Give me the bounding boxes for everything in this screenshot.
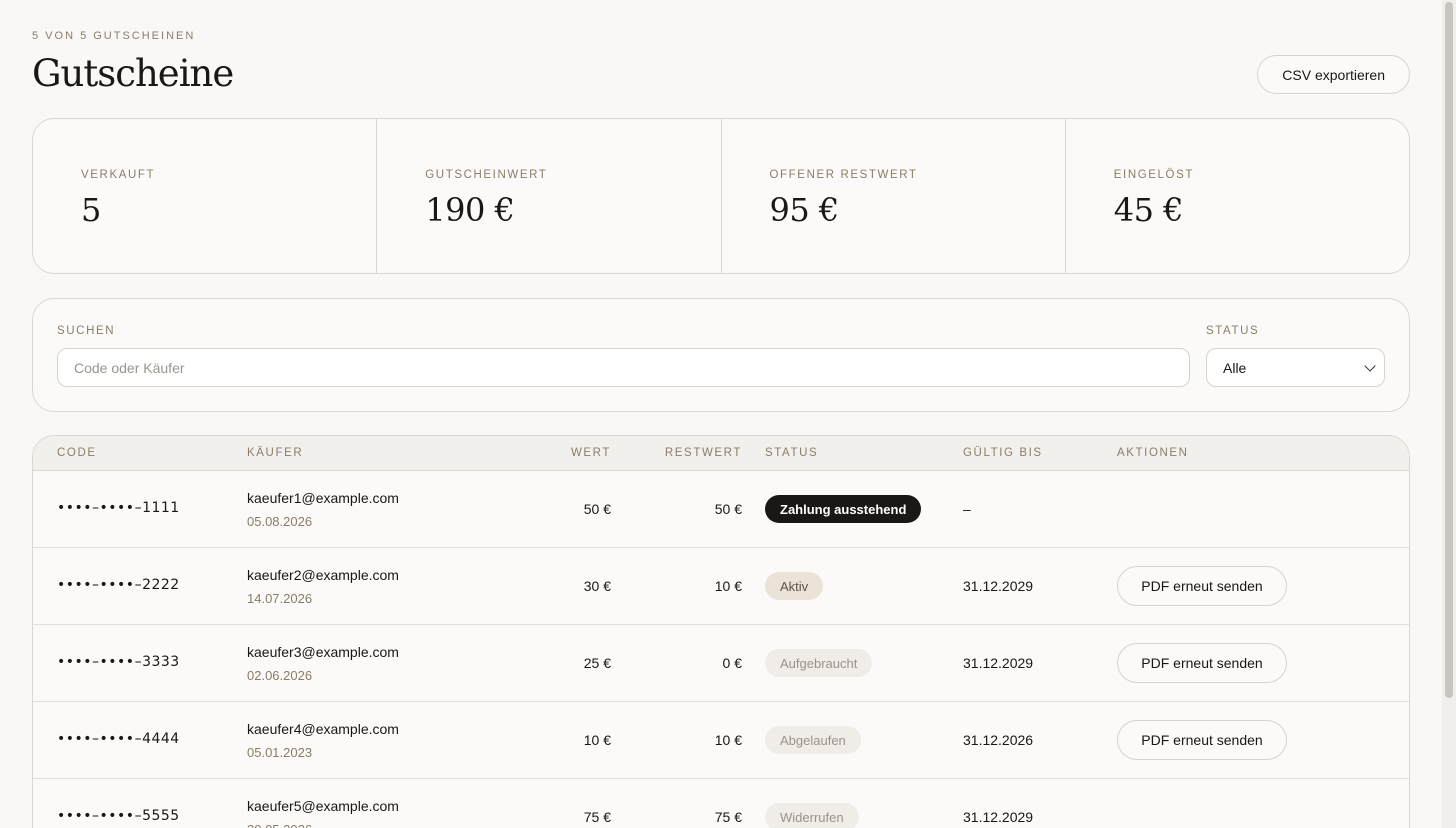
page-scrollbar[interactable]: [1442, 0, 1456, 828]
buyer-email: kaeufer1@example.com: [247, 490, 399, 506]
table-row: ••••–••••–3333 kaeufer3@example.com 02.06.…: [33, 625, 1409, 702]
filter-panel: SUCHEN STATUS Alle: [32, 298, 1410, 412]
voucher-code: ••••–••••–2222: [57, 577, 180, 593]
purchase-date: 14.07.2026: [247, 591, 313, 606]
csv-export-button[interactable]: CSV exportieren: [1257, 55, 1410, 94]
table-header: CODE KÄUFER WERT RESTWERT STATUS GÜLTIG …: [33, 436, 1409, 471]
voucher-value: 75 €: [583, 809, 611, 825]
resend-pdf-button[interactable]: PDF erneut senden: [1117, 566, 1287, 606]
stat-label: EINGELÖST: [1113, 169, 1194, 181]
search-input[interactable]: [57, 348, 1190, 387]
resend-pdf-button[interactable]: PDF erneut senden: [1117, 720, 1287, 760]
voucher-count: 5 VON 5 GUTSCHEINEN: [32, 30, 196, 42]
voucher-value: 10 €: [583, 732, 611, 748]
buyer-email: kaeufer2@example.com: [247, 567, 399, 583]
stat-voucher-value: GUTSCHEINWERT 190 €: [377, 119, 722, 273]
status-filter-label: STATUS: [1206, 325, 1260, 337]
status-badge: Aufgebraucht: [765, 649, 873, 677]
stat-sold: VERKAUFT 5: [33, 119, 378, 273]
purchase-date: 05.01.2023: [247, 745, 313, 760]
valid-until: 31.12.2029: [963, 809, 1034, 825]
valid-until: 31.12.2029: [963, 655, 1034, 671]
status-badge: Zahlung ausstehend: [765, 495, 922, 523]
stat-label: GUTSCHEINWERT: [425, 169, 548, 181]
remaining-value: 0 €: [722, 655, 742, 671]
status-badge: Abgelaufen: [765, 726, 861, 754]
buyer-email: kaeufer3@example.com: [247, 644, 399, 660]
valid-until: 31.12.2029: [963, 578, 1034, 594]
voucher-code: ••••–••••–1111: [57, 500, 180, 516]
search-label: SUCHEN: [57, 325, 116, 337]
voucher-value: 30 €: [583, 578, 611, 594]
stat-label: VERKAUFT: [81, 169, 156, 181]
chevron-down-icon: [1364, 359, 1376, 372]
page-title: Gutscheine: [32, 52, 234, 95]
column-header-remaining[interactable]: RESTWERT: [665, 447, 742, 459]
stat-open-remaining: OFFENER RESTWERT 95 €: [722, 119, 1066, 273]
stat-label: OFFENER RESTWERT: [769, 169, 918, 181]
status-select-value: Alle: [1223, 359, 1247, 376]
stat-value: 5: [81, 191, 101, 229]
status-select[interactable]: Alle: [1206, 348, 1385, 387]
valid-until: –: [963, 501, 971, 517]
table-body: ••••–••••–1111 kaeufer1@example.com 05.08.…: [33, 471, 1409, 828]
scrollbar-thumb[interactable]: [1445, 2, 1453, 698]
table-row: ••••–••••–2222 kaeufer2@example.com 14.07.…: [33, 548, 1409, 625]
purchase-date: 20.05.2026: [247, 822, 312, 828]
table-row: ••••–••••–4444 kaeufer4@example.com 05.01.…: [33, 702, 1409, 779]
column-header-actions: AKTIONEN: [1117, 447, 1189, 459]
status-badge: Aktiv: [765, 572, 824, 600]
resend-pdf-button[interactable]: PDF erneut senden: [1117, 643, 1287, 683]
valid-until: 31.12.2026: [963, 732, 1034, 748]
stat-value: 45 €: [1113, 191, 1184, 229]
voucher-code: ••••–••••–4444: [57, 731, 180, 747]
voucher-value: 25 €: [583, 655, 611, 671]
remaining-value: 50 €: [714, 501, 742, 517]
column-header-buyer[interactable]: KÄUFER: [247, 447, 303, 459]
voucher-table: CODE KÄUFER WERT RESTWERT STATUS GÜLTIG …: [32, 435, 1410, 828]
table-row: ••••–••••–1111 kaeufer1@example.com 05.08.…: [33, 471, 1409, 548]
voucher-code: ••••–••••–3333: [57, 654, 180, 670]
status-badge: Widerrufen: [765, 803, 859, 828]
column-header-code[interactable]: CODE: [57, 447, 97, 459]
column-header-status[interactable]: STATUS: [765, 447, 818, 459]
stat-redeemed: EINGELÖST 45 €: [1066, 119, 1409, 273]
stats-panel: VERKAUFT 5 GUTSCHEINWERT 190 € OFFENER R…: [32, 118, 1410, 274]
voucher-value: 50 €: [583, 501, 611, 517]
stat-value: 95 €: [769, 191, 840, 229]
purchase-date: 02.06.2026: [247, 668, 313, 683]
buyer-email: kaeufer5@example.com: [247, 798, 399, 814]
column-header-valid-until[interactable]: GÜLTIG BIS: [963, 447, 1043, 459]
buyer-email: kaeufer4@example.com: [247, 721, 399, 737]
table-row: ••••–••••–5555 kaeufer5@example.com 20.05.…: [33, 779, 1409, 828]
stat-value: 190 €: [425, 191, 515, 229]
purchase-date: 05.08.2026: [247, 514, 313, 529]
remaining-value: 75 €: [714, 809, 742, 825]
column-header-value[interactable]: WERT: [571, 447, 611, 459]
remaining-value: 10 €: [714, 578, 742, 594]
remaining-value: 10 €: [714, 732, 742, 748]
voucher-code: ••••–••••–5555: [57, 808, 180, 824]
